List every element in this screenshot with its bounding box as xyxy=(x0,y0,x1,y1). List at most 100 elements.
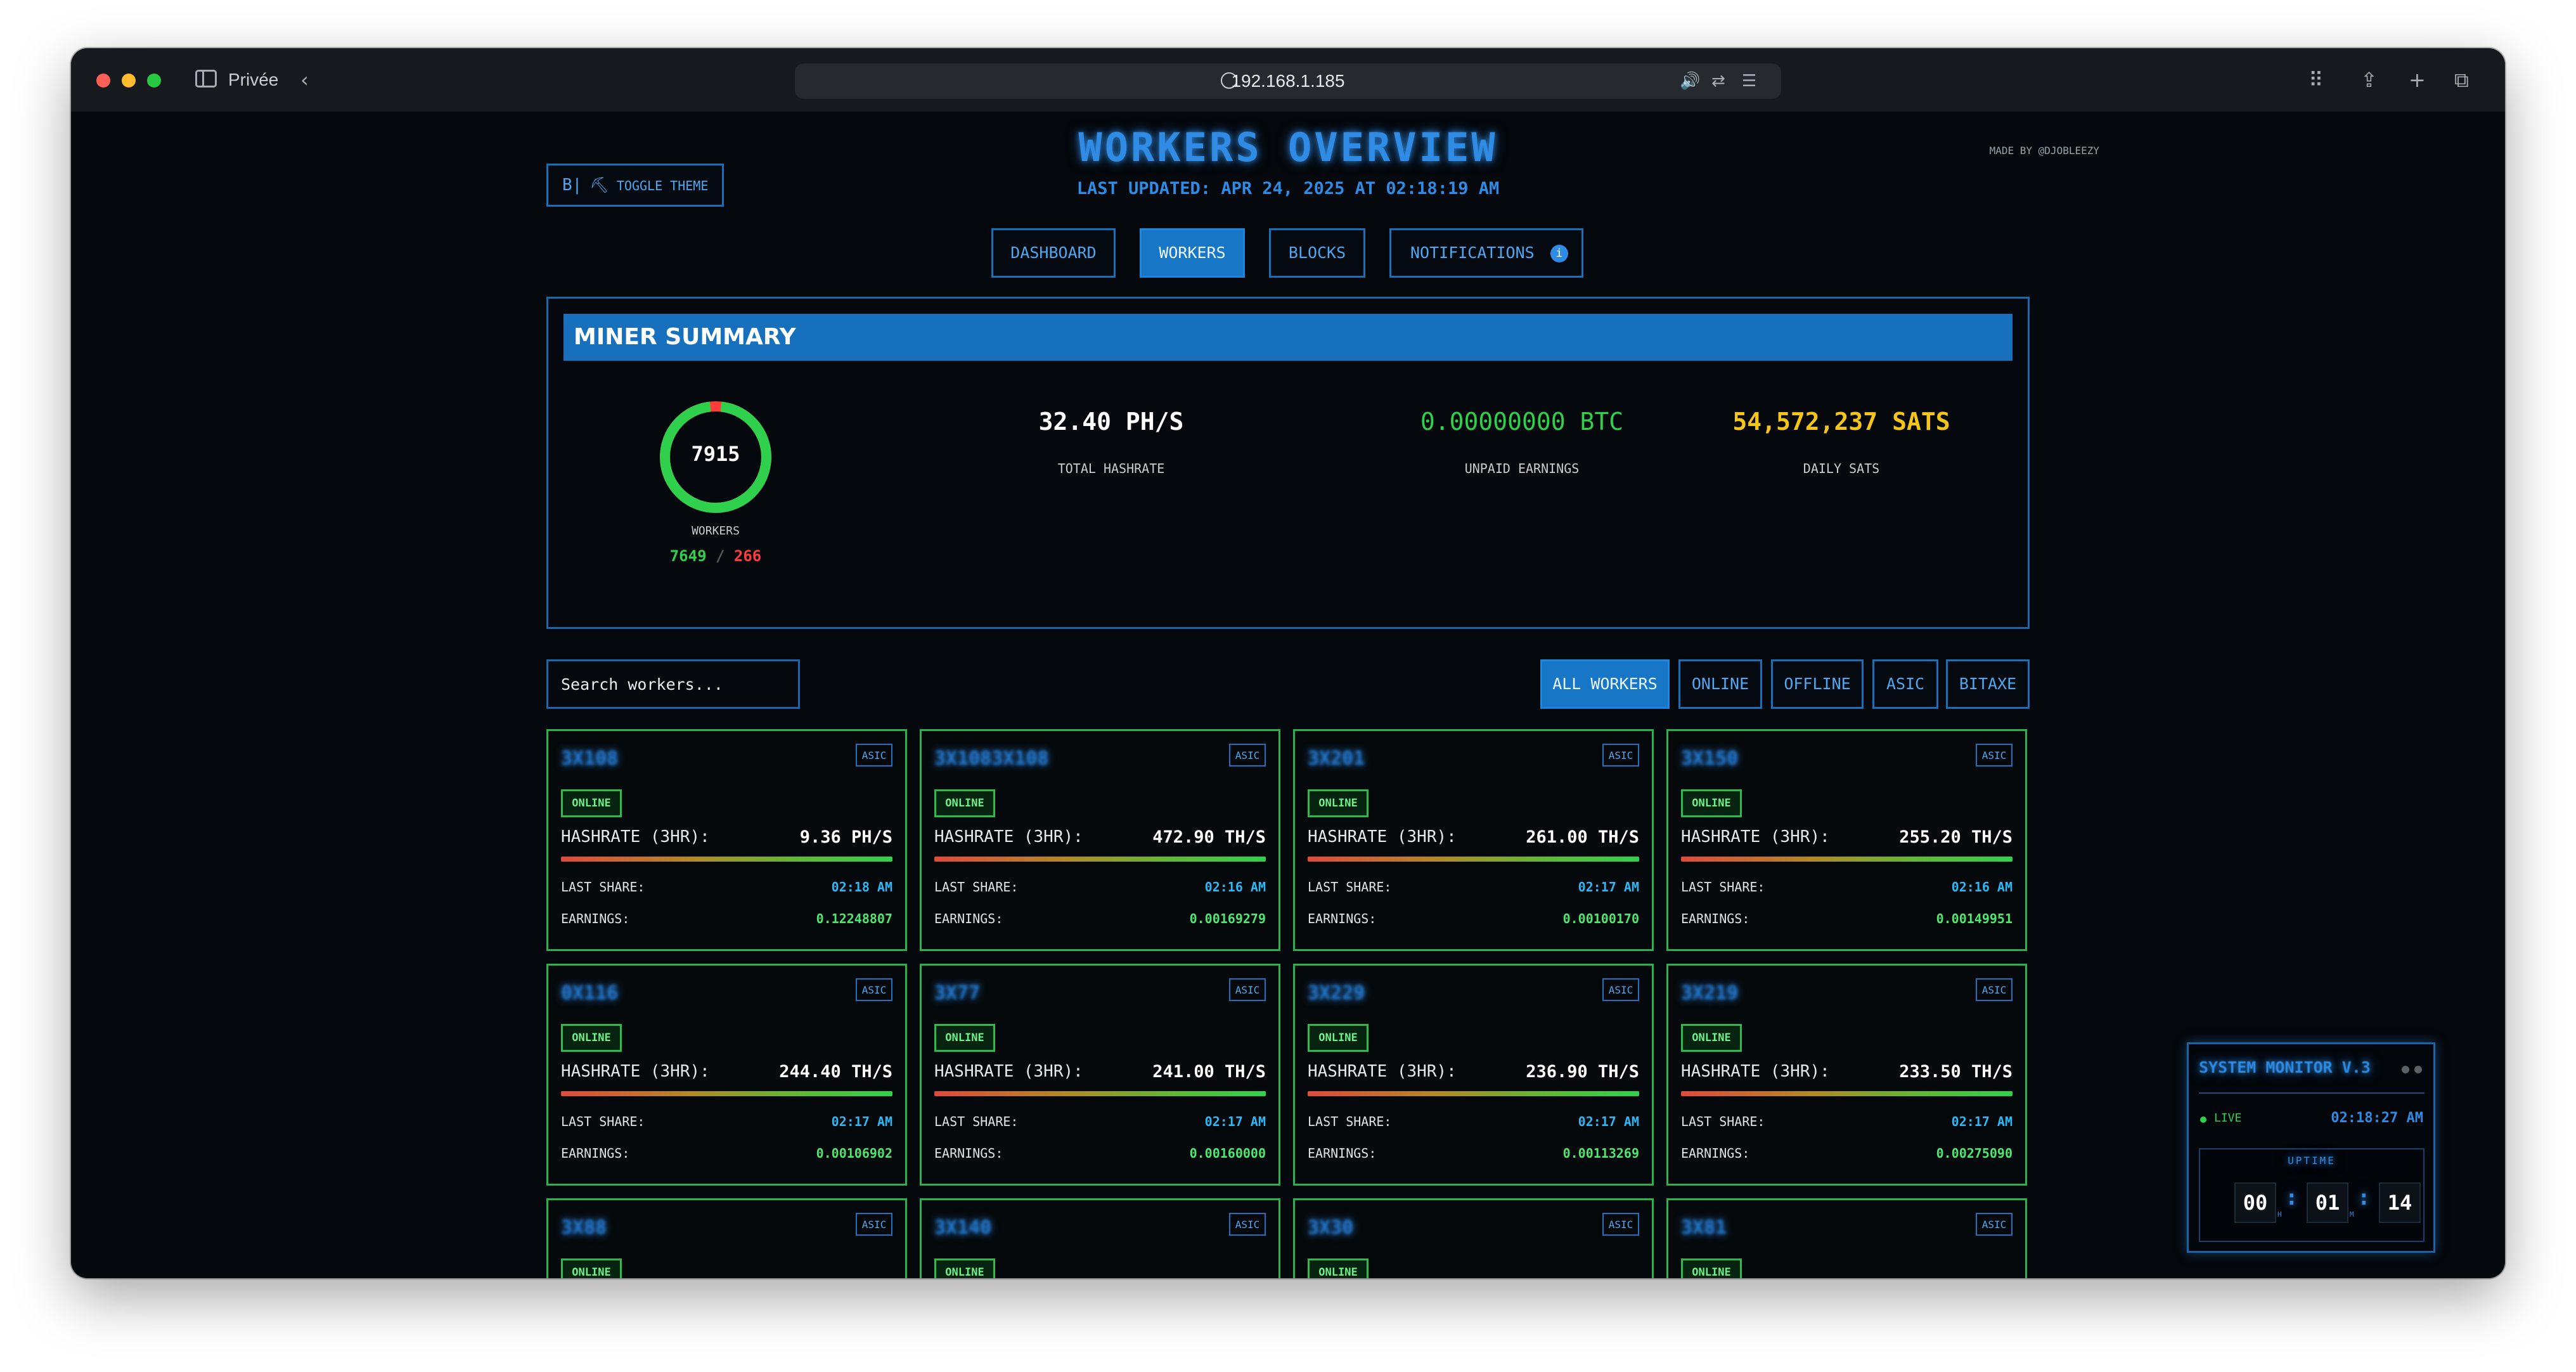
minimize-window-button[interactable] xyxy=(122,74,136,87)
last-share-label: LAST SHARE: xyxy=(1308,1114,1392,1129)
share-icon[interactable]: ⇪ xyxy=(2360,67,2378,93)
tab-dashboard[interactable]: DASHBOARD xyxy=(991,228,1116,278)
earnings-label: EARNINGS: xyxy=(1308,1146,1377,1161)
hashrate-bar xyxy=(934,1091,1266,1096)
speaker-icon[interactable]: 🔊 xyxy=(1680,68,1700,94)
worker-name: 3X201 xyxy=(1308,747,1365,770)
tab-workers[interactable]: WORKERS xyxy=(1140,228,1245,278)
last-share-value: 02:16 AM xyxy=(1951,879,2012,895)
status-badge: ONLINE xyxy=(934,1259,995,1278)
system-monitor-widget: SYSTEM MONITOR V.3 LIVE 02:18:27 AM UPTI… xyxy=(2187,1042,2435,1253)
zoom-window-button[interactable] xyxy=(147,74,161,87)
tab-blocks[interactable]: BLOCKS xyxy=(1269,228,1365,278)
new-tab-icon[interactable]: + xyxy=(2409,67,2426,93)
worker-card[interactable]: 3X77 ASIC ONLINE HASHRATE (3HR): 241.00 TH/S… xyxy=(920,964,1280,1186)
daily-sats-label: DAILY SATS xyxy=(1803,461,1880,476)
earnings-label: EARNINGS: xyxy=(1308,911,1377,926)
last-share-value: 02:17 AM xyxy=(1578,879,1639,895)
uptime-seconds: 14 xyxy=(2379,1182,2421,1223)
total-hashrate-label: TOTAL HASHRATE xyxy=(1057,461,1165,476)
earnings-value: 0.00160000 xyxy=(1189,1146,1266,1161)
theme-icon: B| xyxy=(562,176,583,195)
translate-icon[interactable]: ⇄ xyxy=(1711,68,1725,94)
filter-asic[interactable]: ASIC xyxy=(1872,659,1938,709)
hashrate-bar xyxy=(1308,857,1639,862)
earnings-label: EARNINGS: xyxy=(1681,911,1750,926)
address-bar[interactable]: 192.168.1.185 🔊 ⇄ ☰ xyxy=(795,63,1781,99)
last-share-label: LAST SHARE: xyxy=(561,879,645,895)
last-share-value: 02:17 AM xyxy=(1578,1114,1639,1129)
last-share-label: LAST SHARE: xyxy=(561,1114,645,1129)
worker-card[interactable]: 3X229 ASIC ONLINE HASHRATE (3HR): 236.90 TH/… xyxy=(1293,964,1654,1186)
worker-card[interactable]: 3X81 ASIC ONLINE xyxy=(1666,1198,2027,1278)
worker-type-tag: ASIC xyxy=(1976,744,2012,767)
hashrate-bar xyxy=(1308,1091,1639,1096)
worker-type-tag: ASIC xyxy=(1976,1213,2012,1236)
monitor-time: 02:18:27 AM xyxy=(2331,1110,2423,1126)
uptime-label: UPTIME xyxy=(2288,1155,2336,1167)
uptime-hours-unit: H xyxy=(2277,1210,2282,1219)
worker-type-tag: ASIC xyxy=(1229,1213,1266,1236)
worker-name: 3X219 xyxy=(1681,982,1739,1004)
hashrate-bar xyxy=(561,1091,892,1096)
worker-card[interactable]: 3X30 ASIC ONLINE xyxy=(1293,1198,1654,1278)
extensions-grid-icon[interactable]: ⠿ xyxy=(2309,67,2323,93)
monitor-close-dot[interactable] xyxy=(2402,1066,2409,1073)
last-share-label: LAST SHARE: xyxy=(1681,879,1765,895)
hashrate-bar xyxy=(561,857,892,862)
filter-offline[interactable]: OFFLINE xyxy=(1771,659,1864,709)
status-badge: ONLINE xyxy=(561,1024,622,1052)
search-input[interactable] xyxy=(546,659,800,709)
hashrate-value: 261.00 TH/S xyxy=(1526,827,1639,847)
live-indicator-dot xyxy=(2200,1116,2206,1123)
status-badge: ONLINE xyxy=(1681,1259,1742,1278)
hashrate-label: HASHRATE (3HR): xyxy=(1681,1062,1830,1081)
filter-bitaxe[interactable]: BITAXE xyxy=(1946,659,2030,709)
hashrate-bar xyxy=(934,857,1266,862)
worker-type-tag: ASIC xyxy=(1602,1213,1639,1236)
earnings-value: 0.12248807 xyxy=(816,911,892,926)
worker-card[interactable]: 3X140 ASIC ONLINE xyxy=(920,1198,1280,1278)
hashrate-bar xyxy=(1681,1091,2012,1096)
monitor-minimize-dot[interactable] xyxy=(2414,1066,2422,1073)
worker-type-tag: ASIC xyxy=(1229,744,1266,767)
worker-card[interactable]: 3X108 ASIC ONLINE HASHRATE (3HR): 9.36 PH/S L… xyxy=(546,729,907,951)
live-label: LIVE xyxy=(2214,1111,2242,1125)
worker-name: 3X88 xyxy=(561,1217,607,1239)
worker-card[interactable]: 3X150 ASIC ONLINE HASHRATE (3HR): 255.20 TH/… xyxy=(1666,729,2027,951)
hashrate-value: 472.90 TH/S xyxy=(1152,827,1266,847)
hashrate-value: 244.40 TH/S xyxy=(779,1062,892,1082)
worker-name: 3X81 xyxy=(1681,1217,1727,1239)
hashrate-value: 255.20 TH/S xyxy=(1899,827,2012,847)
earnings-value: 0.00106902 xyxy=(816,1146,892,1161)
filter-all-workers[interactable]: ALL WORKERS xyxy=(1540,659,1670,709)
tab-overview-icon[interactable]: ⧉ xyxy=(2454,67,2469,93)
status-badge: ONLINE xyxy=(561,789,622,817)
last-share-label: LAST SHARE: xyxy=(1308,879,1392,895)
hashrate-value: 236.90 TH/S xyxy=(1526,1062,1639,1082)
earnings-value: 0.00113269 xyxy=(1562,1146,1639,1161)
worker-type-tag: ASIC xyxy=(1602,978,1639,1001)
tab-notifications[interactable]: NOTIFICATIONS i xyxy=(1389,228,1583,278)
worker-card[interactable]: 3X201 ASIC ONLINE HASHRATE (3HR): 261.00 TH/… xyxy=(1293,729,1654,951)
worker-name: 3X150 xyxy=(1681,747,1739,770)
worker-card[interactable]: 3X88 ASIC ONLINE xyxy=(546,1198,907,1278)
miner-summary-panel: MINER SUMMARY 7915 WORKERS 7649 / 266 32… xyxy=(546,297,2030,629)
worker-card[interactable]: 3X219 ASIC ONLINE HASHRATE (3HR): 233.50 TH/… xyxy=(1666,964,2027,1186)
worker-card[interactable]: 0X116 ASIC ONLINE HASHRATE (3HR): 244.40 TH/… xyxy=(546,964,907,1186)
back-arrow-icon[interactable]: ‹ xyxy=(300,67,309,93)
monitor-title: SYSTEM MONITOR V.3 xyxy=(2199,1058,2371,1077)
worker-card[interactable]: 3X1083X108 ASIC ONLINE HASHRATE (3HR): 472.9… xyxy=(920,729,1280,951)
close-window-button[interactable] xyxy=(96,74,110,87)
hashrate-label: HASHRATE (3HR): xyxy=(934,827,1083,846)
hashrate-label: HASHRATE (3HR): xyxy=(1308,827,1457,846)
reader-icon[interactable]: ☰ xyxy=(1742,68,1756,94)
worker-type-tag: ASIC xyxy=(1976,978,2012,1001)
sidebar-icon[interactable] xyxy=(195,70,217,87)
toggle-theme-button[interactable]: B| ⛏ TOGGLE THEME xyxy=(546,164,724,207)
monitor-divider xyxy=(2199,1092,2425,1094)
toggle-theme-label: TOGGLE THEME xyxy=(616,178,709,193)
filter-online[interactable]: ONLINE xyxy=(1678,659,1762,709)
worker-name: 3X108 xyxy=(561,747,619,770)
miner-summary-header: MINER SUMMARY xyxy=(564,314,2012,361)
